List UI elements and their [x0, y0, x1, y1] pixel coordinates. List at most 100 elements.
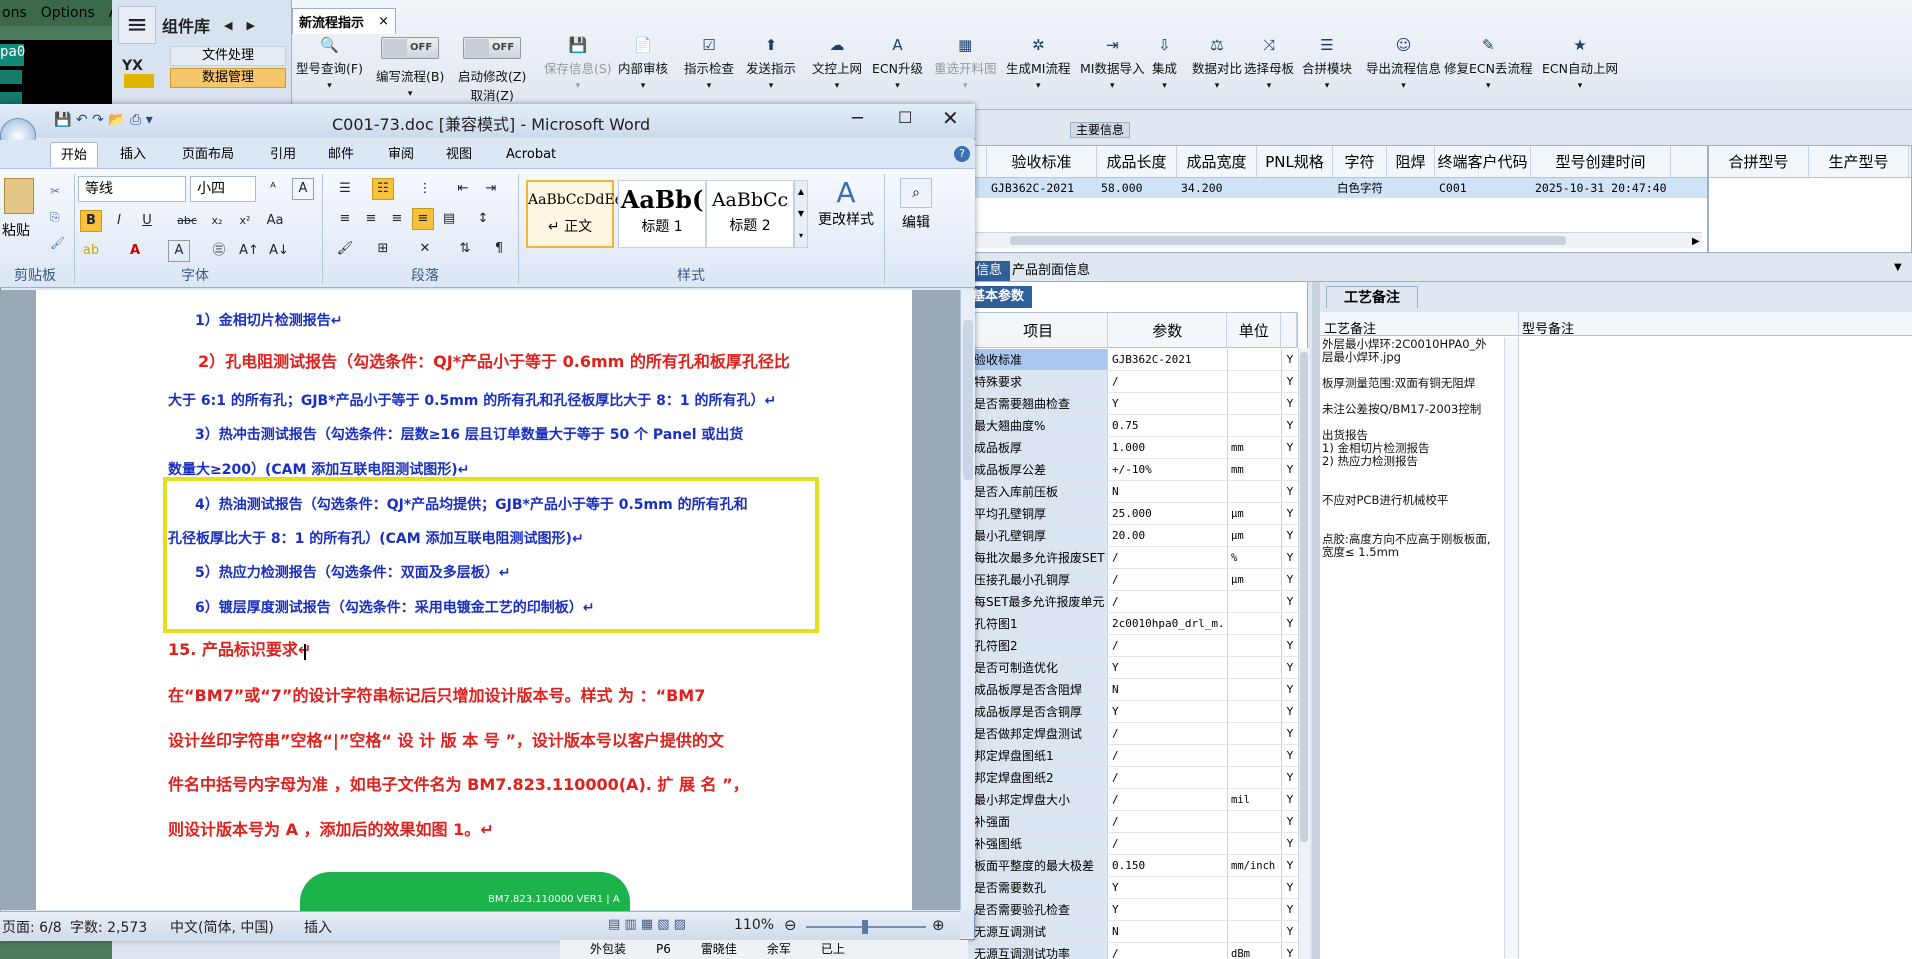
ribbon-tab[interactable]: Acrobat: [496, 142, 566, 167]
toolbar-button-6[interactable]: ⬆ 发送指示 ▾: [746, 36, 796, 106]
toolbar-button-15[interactable]: ☰ 合拼模块 ▾: [1302, 36, 1352, 106]
table-row[interactable]: GJB362C-2021 58.000 34.200 白色字符 C001 2025-10-…: [969, 178, 1707, 198]
highlight-icon[interactable]: ab: [80, 240, 102, 262]
quick-access-toolbar[interactable]: 💾 ↶ ↷ 📂 ⎙ ▾: [54, 112, 153, 128]
chevron-down-icon[interactable]: ▾: [895, 81, 900, 91]
style-scroll[interactable]: ▲ ▼ ▾: [794, 180, 808, 248]
ribbon-tab[interactable]: 邮件: [318, 142, 364, 167]
show-marks-icon[interactable]: ¶: [488, 238, 510, 260]
table-row[interactable]: 压接孔最小孔铜厚 / μm Y: [968, 569, 1298, 591]
col-header[interactable]: 型号创建时间: [1531, 146, 1671, 177]
table-row[interactable]: 孔符图1 2c0010hpa0_drl_m... Y: [968, 613, 1298, 635]
col-param[interactable]: 参数: [1108, 313, 1228, 347]
table-row[interactable]: 是否需要验孔检查 Y Y: [968, 899, 1298, 921]
align-right-icon[interactable]: ≡: [386, 208, 408, 230]
table-row[interactable]: 是否需要翘曲检查 Y Y: [968, 393, 1298, 415]
decrease-indent-icon[interactable]: ⇤: [452, 178, 474, 200]
document-line[interactable]: 件名中括号内字母为准 ，如电子文件名为 BM7.823.110000(A). 扩…: [168, 771, 749, 795]
tab-craft-notes[interactable]: 工艺备注: [1326, 286, 1418, 308]
document-line[interactable]: 3）热冲击测试报告（勾选条件：层数≥16 层且订单数量大于等于 50 个 Pan…: [195, 424, 743, 444]
table-cell[interactable]: 2025-10-31 20:47:40: [1531, 178, 1671, 198]
table-cell[interactable]: /: [1108, 723, 1228, 744]
table-row[interactable]: 是否做邦定焊盘测试 / Y: [968, 723, 1298, 745]
chevron-down-icon[interactable]: ▾: [707, 81, 712, 91]
col-header[interactable]: 成品宽度: [1177, 146, 1257, 177]
col-merge-model[interactable]: 合拼型号: [1709, 146, 1809, 177]
distribute-icon[interactable]: ▤: [438, 208, 460, 230]
col-header[interactable]: 验收标准: [987, 146, 1097, 177]
document-line[interactable]: 数量大≥200）(CAM 添加互联电阻测试图形)↵: [168, 459, 469, 479]
table-cell[interactable]: N: [1108, 921, 1228, 942]
scroll-thumb[interactable]: [1010, 236, 1566, 245]
sort-icon[interactable]: ⇅: [454, 238, 476, 260]
table-row[interactable]: 是否可制造优化 Y Y: [968, 657, 1298, 679]
ribbon-tab[interactable]: 引用: [260, 142, 306, 167]
table-cell[interactable]: 58.000: [1097, 178, 1177, 198]
font-name-combo[interactable]: 等线: [78, 176, 186, 202]
table-cell[interactable]: Y: [1108, 701, 1228, 722]
col-header[interactable]: 成品长度: [1097, 146, 1177, 177]
bold-icon[interactable]: B: [80, 210, 102, 232]
close-icon[interactable]: ✕: [942, 106, 959, 130]
scroll-thumb[interactable]: [963, 320, 973, 480]
toolbar-button-1[interactable]: OFF 编写流程(B) ▾: [376, 36, 444, 106]
toolbar-button-16[interactable]: ☺ 导出流程信息 ▾: [1366, 36, 1441, 106]
maximize-icon[interactable]: ☐: [898, 108, 912, 127]
zoom-level[interactable]: 110%: [734, 917, 774, 933]
table-cell[interactable]: Y: [1108, 877, 1228, 898]
close-icon[interactable]: ×: [378, 14, 389, 29]
status-mode[interactable]: 插入: [304, 917, 332, 937]
table-cell[interactable]: N: [1108, 679, 1228, 700]
table-cell[interactable]: /: [1108, 591, 1228, 612]
table-cell[interactable]: /: [1108, 635, 1228, 656]
table-row[interactable]: 是否入库前压板 N Y: [968, 481, 1298, 503]
table-row[interactable]: 验收标准 GJB362C-2021 Y: [968, 349, 1298, 371]
increase-indent-icon[interactable]: ⇥: [480, 178, 502, 200]
zoom-out-icon[interactable]: ⊖: [784, 916, 797, 934]
table-row[interactable]: 最小邦定焊盘大小 / mil Y: [968, 789, 1298, 811]
change-styles-button[interactable]: A 更改样式: [818, 176, 874, 256]
strikethrough-icon[interactable]: abc: [176, 210, 198, 232]
minimize-icon[interactable]: ─: [852, 108, 863, 129]
col-production-model[interactable]: 生产型号: [1809, 146, 1909, 177]
col-header[interactable]: 终端客户代码: [1435, 146, 1531, 177]
toolbar-button-0[interactable]: 🔍 型号查询(F) ▾: [296, 36, 363, 106]
table-cell[interactable]: Y: [1108, 657, 1228, 678]
ribbon-tab[interactable]: 视图: [436, 142, 482, 167]
scroll-right-icon[interactable]: ▶: [1692, 236, 1700, 247]
toolbar-button-7[interactable]: ☁ 文控上网 ▾: [812, 36, 862, 106]
table-row[interactable]: 邦定焊盘图纸1/ Y: [968, 745, 1298, 767]
toolbar-button-14[interactable]: ⤨ 选择母板 ▾: [1244, 36, 1294, 106]
grow-icon[interactable]: A↑: [238, 240, 260, 262]
table-cell[interactable]: /: [1108, 833, 1228, 854]
table-row[interactable]: 成品板厚公差 +/-10% mm Y: [968, 459, 1298, 481]
ribbon-tab[interactable]: 审阅: [378, 142, 424, 167]
table-cell[interactable]: N: [1108, 481, 1228, 502]
zoom-in-icon[interactable]: ⊕: [932, 916, 945, 934]
table-cell[interactable]: Y: [1108, 899, 1228, 920]
bullets-icon[interactable]: ☰: [334, 178, 356, 200]
toolbar-button-5[interactable]: ☑ 指示检查 ▾: [684, 36, 734, 106]
table-row[interactable]: 最小孔壁铜厚 20.00 μm Y: [968, 525, 1298, 547]
toolbar-button-18[interactable]: ★ ECN自动上网 ▾: [1542, 36, 1618, 106]
clipboard-tools[interactable]: ✂ ⎘ 🖌: [50, 178, 65, 256]
chevron-right-icon[interactable]: ▶: [246, 19, 254, 32]
edit-button[interactable]: ⌕ 编辑: [892, 178, 940, 258]
toolbar-button-10[interactable]: ✲ 生成MI流程 ▾: [1006, 36, 1070, 106]
align-center-icon[interactable]: ≡: [360, 208, 382, 230]
word-vertical-scrollbar[interactable]: [960, 290, 975, 910]
table-row[interactable]: 无源互调测试功率 / dBm Y: [968, 943, 1298, 959]
chevron-down-icon[interactable]: ▾: [769, 81, 774, 91]
table-cell[interactable]: GJB362C-2021: [1108, 349, 1228, 370]
paste-button[interactable]: 粘贴: [2, 220, 30, 240]
document-line[interactable]: 1）金相切片检测报告↵: [195, 310, 342, 330]
splitter[interactable]: [1312, 282, 1320, 959]
toggle-switch[interactable]: OFF: [463, 37, 522, 59]
table-row[interactable]: 板面平整度的最大极差 0.150 mm/inch Y: [968, 855, 1298, 877]
notes-scrollbar[interactable]: [1504, 338, 1518, 958]
ribbon-tab[interactable]: 开始: [50, 142, 99, 167]
status-language[interactable]: 中文(简体, 中国): [170, 917, 274, 937]
chevron-down-icon[interactable]: ▾: [1486, 81, 1491, 91]
numbering-icon[interactable]: ☷: [372, 178, 394, 200]
toolbar-button-4[interactable]: 📄 内部审核 ▾: [618, 36, 668, 106]
